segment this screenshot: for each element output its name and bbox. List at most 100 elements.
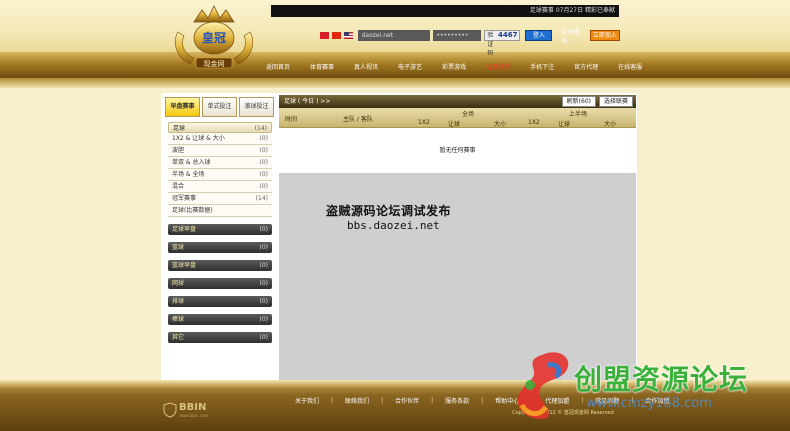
list-item[interactable]: 混合 (0) xyxy=(168,181,272,193)
category-label: 排球 xyxy=(172,298,185,305)
list-item-count: (0) xyxy=(259,147,269,154)
announcement-text: 足球赛事 07月27日 精彩已奉献 xyxy=(529,7,615,14)
category-basketball-early[interactable]: 篮球早盘 (0) xyxy=(168,260,272,271)
main-nav: 返回首页 体育赛事 真人视讯 电子游艺 彩票游戏 优惠活动 手机下注 官方代理 … xyxy=(266,60,662,72)
tab-live-bet[interactable]: 滚球投注 xyxy=(239,97,274,117)
odds-table-header: 时间 主队 / 客队 全场 上半场 1X2 让球 大小 1X2 让球 大小 xyxy=(279,108,636,128)
category-label: 足球早盘 xyxy=(172,226,197,233)
category-count: (0) xyxy=(259,226,269,233)
logo-subtext: 现金网 xyxy=(203,60,225,68)
nav-live-casino[interactable]: 真人视讯 xyxy=(354,62,378,71)
category-label: 篮球早盘 xyxy=(172,262,197,269)
header-full-time: 全场 xyxy=(462,111,475,118)
category-baseball[interactable]: 棒球 (0) xyxy=(168,314,272,325)
header-time: 时间 xyxy=(285,116,298,123)
category-count: (0) xyxy=(259,262,269,269)
category-label: 网球 xyxy=(172,280,185,287)
list-item-label: 冠军赛事 xyxy=(172,195,197,202)
nav-slots[interactable]: 电子游艺 xyxy=(398,62,422,71)
panel-actions: 刷新(60) 选择联赛 xyxy=(561,96,633,107)
category-label: 其它 xyxy=(172,334,185,341)
nav-mobile[interactable]: 手机下注 xyxy=(530,62,554,71)
forgot-password-link[interactable]: 忘记密码 xyxy=(561,27,582,45)
list-item[interactable]: 波胆 (0) xyxy=(168,145,272,157)
login-button[interactable]: 登入 xyxy=(525,30,553,41)
nav-band-shine xyxy=(0,78,790,88)
header-teams: 主队 / 客队 xyxy=(343,116,373,123)
list-item[interactable]: 单双 & 总入球 (0) xyxy=(168,157,272,169)
header-ft-1x2: 1X2 xyxy=(418,119,430,126)
sidebar-tabs: 早盘赛事 单式投注 滚球投注 xyxy=(163,95,276,119)
hk-flag-icon[interactable] xyxy=(320,32,329,39)
nav-support[interactable]: 在线客服 xyxy=(618,62,642,71)
captcha-label: 验证码 xyxy=(487,32,494,57)
category-count: (0) xyxy=(259,334,269,341)
announcement-bar[interactable]: 足球赛事 07月27日 精彩已奉献 xyxy=(271,5,619,17)
header-ht-ou: 大小 xyxy=(604,121,617,128)
list-item[interactable]: 1X2 & 让球 & 大小 (0) xyxy=(168,133,272,145)
category-other[interactable]: 其它 (0) xyxy=(168,332,272,343)
watermark-text: 盗贼源码论坛调试发布 xyxy=(326,204,452,218)
header-half-time: 上半场 xyxy=(569,111,588,118)
username-input[interactable]: daozei.net xyxy=(357,30,430,41)
footer-link-about[interactable]: 关于我们 xyxy=(295,396,319,405)
nav-agent[interactable]: 官方代理 xyxy=(574,62,598,71)
odds-panel: 足球 ( 今日 ) >> 刷新(60) 选择联赛 时间 主队 / 客队 全场 上… xyxy=(279,95,636,380)
join-button[interactable]: 立即加入 xyxy=(589,30,621,41)
list-item[interactable]: 冠军赛事 (14) xyxy=(168,193,272,205)
captcha-code: 4467 xyxy=(498,31,518,39)
category-count: (0) xyxy=(259,298,269,305)
logo-text: 皇冠 xyxy=(201,31,226,45)
panel-title: 足球 ( 今日 ) >> xyxy=(284,98,331,105)
category-football[interactable]: 足球 (14) xyxy=(168,122,272,133)
us-flag-icon[interactable] xyxy=(343,32,353,39)
category-label: 足球 xyxy=(173,125,186,132)
category-basketball[interactable]: 篮球 (0) xyxy=(168,242,272,253)
category-label: 棒球 xyxy=(172,316,185,323)
refresh-button[interactable]: 刷新(60) xyxy=(561,96,596,107)
list-item[interactable]: 半场 & 全场 (0) xyxy=(168,169,272,181)
cn-flag-icon[interactable] xyxy=(331,32,341,39)
panel-title-bar: 足球 ( 今日 ) >> 刷新(60) 选择联赛 xyxy=(279,95,636,108)
list-item-count: (0) xyxy=(259,135,269,142)
category-count: (14) xyxy=(254,125,267,132)
tab-early-market[interactable]: 早盘赛事 xyxy=(165,97,200,117)
category-count: (0) xyxy=(259,316,269,323)
select-league-button[interactable]: 选择联赛 xyxy=(598,96,633,107)
category-tennis[interactable]: 网球 (0) xyxy=(168,278,272,289)
footer-link-terms[interactable]: 服务条款 xyxy=(445,396,469,405)
list-item-label: 波胆 xyxy=(172,147,185,154)
captcha-field[interactable]: 验证码 4467 xyxy=(484,30,521,57)
nav-sports[interactable]: 体育赛事 xyxy=(310,62,334,71)
list-item-count: (0) xyxy=(259,171,269,178)
list-item-count: (0) xyxy=(259,183,269,190)
list-item-label: 1X2 & 让球 & 大小 xyxy=(172,135,225,142)
header-ht-1x2: 1X2 xyxy=(528,119,540,126)
login-bar: daozei.net ••••••••• 验证码 4467 登入 忘记密码 立即… xyxy=(320,27,621,57)
list-item-label: 足球(比赛数据) xyxy=(172,207,213,214)
bbin-logo[interactable]: BBIN www.bbin.com xyxy=(163,400,208,420)
empty-message: 暂无任何赛事 xyxy=(279,128,636,173)
category-volleyball[interactable]: 排球 (0) xyxy=(168,296,272,307)
footer-link-contact[interactable]: 联络我们 xyxy=(345,396,369,405)
nav-lottery[interactable]: 彩票游戏 xyxy=(442,62,466,71)
password-input[interactable]: ••••••••• xyxy=(432,30,482,41)
footer-link-partners[interactable]: 合作伙伴 xyxy=(395,396,419,405)
site-logo[interactable]: 皇冠 现金网 xyxy=(168,2,260,78)
bbin-subtext: www.bbin.com xyxy=(179,413,209,418)
list-item[interactable]: 足球(比赛数据) xyxy=(168,205,272,217)
header-ft-handicap: 让球 xyxy=(448,121,461,128)
football-sub-list: 1X2 & 让球 & 大小 (0) 波胆 (0) 单双 & 总入球 (0) 半场 & … xyxy=(168,133,272,217)
category-football-early[interactable]: 足球早盘 (0) xyxy=(168,224,272,235)
list-item-label: 单双 & 总入球 xyxy=(172,159,211,166)
nav-home[interactable]: 返回首页 xyxy=(266,62,290,71)
header-ht-handicap: 让球 xyxy=(558,121,571,128)
category-label: 篮球 xyxy=(172,244,185,251)
tab-single-bet[interactable]: 单式投注 xyxy=(202,97,237,117)
brand-url: www.cmzy168.com xyxy=(586,396,712,411)
nav-promotions[interactable]: 优惠活动 xyxy=(486,62,510,71)
bbin-shield-icon xyxy=(163,402,177,418)
category-count: (0) xyxy=(259,280,269,287)
list-item-count: (0) xyxy=(259,159,269,166)
category-count: (0) xyxy=(259,244,269,251)
